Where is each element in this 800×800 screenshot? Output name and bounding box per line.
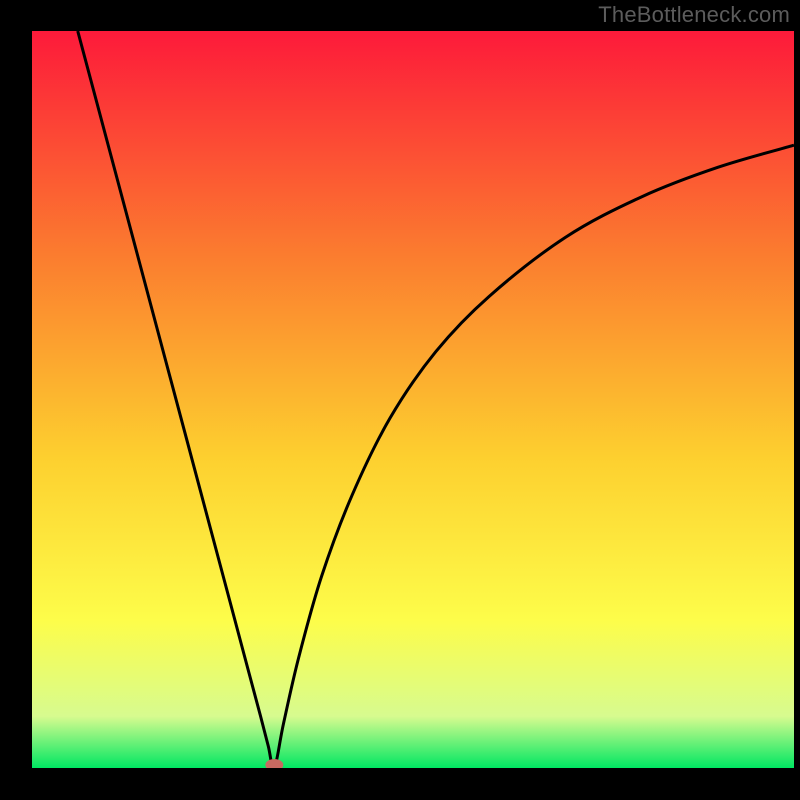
chart-frame: TheBottleneck.com — [0, 0, 800, 800]
minimum-marker — [265, 759, 283, 771]
bottleneck-chart — [0, 0, 800, 800]
plot-background — [32, 31, 794, 768]
watermark-label: TheBottleneck.com — [598, 2, 790, 28]
